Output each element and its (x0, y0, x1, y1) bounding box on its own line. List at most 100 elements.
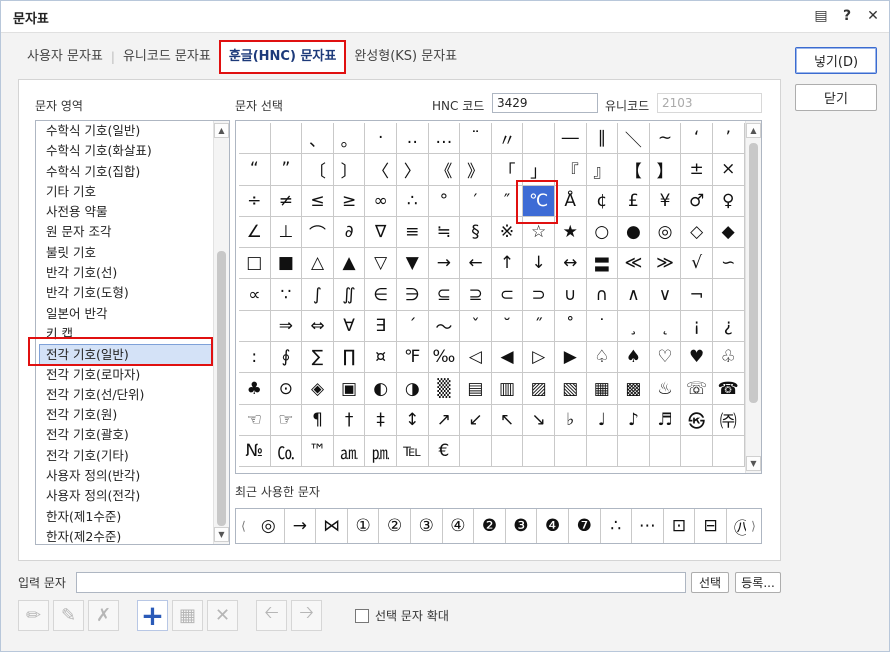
character-cell[interactable]: ▤ (460, 373, 492, 405)
chevron-right-icon[interactable]: ⟩ (746, 509, 761, 543)
character-cell[interactable]: 』 (586, 154, 619, 186)
area-list-item[interactable]: 사용자 정의(전각) (36, 486, 229, 506)
character-cell[interactable]: ↑ (491, 248, 524, 280)
character-cell[interactable]: ◎ (649, 216, 682, 249)
character-cell[interactable]: ♀ (712, 185, 745, 217)
character-cell[interactable]: ⊂ (491, 279, 524, 311)
character-cell[interactable]: ⊇ (460, 279, 492, 311)
character-cell[interactable]: ∈ (365, 279, 397, 311)
character-cell[interactable]: ⊥ (270, 216, 303, 249)
character-cell[interactable]: ∽ (712, 248, 745, 280)
character-cell[interactable]: ▷ (523, 342, 555, 374)
character-cell[interactable]: Å (554, 185, 587, 217)
character-cell[interactable]: 『 (554, 154, 587, 186)
character-cell[interactable]: ’ (712, 123, 745, 155)
chevron-left-icon[interactable]: ⟨ (236, 509, 251, 543)
close-icon[interactable]: ✕ (865, 7, 881, 25)
character-cell[interactable]: 】 (649, 154, 682, 186)
scroll-up-icon[interactable]: ▲ (214, 123, 229, 138)
character-cell[interactable]: ∝ (239, 279, 271, 311)
character-cell[interactable]: ♤ (586, 342, 619, 374)
character-cell[interactable]: ♧ (712, 342, 745, 374)
tab-ks-charmap[interactable]: 완성형(KS) 문자표 (346, 42, 465, 72)
character-cell[interactable]: ♥ (681, 342, 713, 374)
recent-character-cell[interactable]: ❷ (474, 509, 506, 543)
character-cell[interactable]: ☏ (681, 373, 713, 405)
character-cell[interactable]: ∂ (333, 216, 366, 249)
character-cell[interactable]: ∞ (365, 185, 397, 217)
character-cell[interactable]: ˘ (491, 310, 524, 343)
recent-character-cell[interactable]: ⊡ (664, 509, 696, 543)
character-cell[interactable]: ♡ (649, 342, 682, 374)
character-cell[interactable]: ∪ (554, 279, 587, 311)
character-cell[interactable]: ♪ (618, 404, 650, 436)
character-cell[interactable]: ↘ (523, 404, 555, 436)
character-cell[interactable]: ▲ (333, 248, 366, 280)
character-cell[interactable]: ↔ (554, 248, 587, 280)
character-cell[interactable]: 〕 (333, 154, 366, 186)
character-cell[interactable]: ◐ (365, 373, 397, 405)
character-cell[interactable]: ≡ (396, 216, 429, 249)
character-cell[interactable]: ˛ (649, 310, 682, 343)
close-button[interactable]: 닫기 (795, 84, 877, 111)
character-cell[interactable]: ＼ (618, 123, 650, 155)
character-cell[interactable]: ˚ (554, 310, 587, 343)
character-cell[interactable]: ∨ (649, 279, 682, 311)
character-cell[interactable]: ㏇ (270, 435, 303, 468)
area-list-item[interactable]: 한자(제1수준) (36, 507, 229, 527)
recent-character-cell[interactable]: ⋯ (632, 509, 664, 543)
character-cell[interactable]: ∠ (239, 216, 271, 249)
character-cell[interactable]: € (428, 435, 461, 468)
area-list-item[interactable]: 불릿 기호 (36, 243, 229, 263)
character-cell[interactable] (681, 435, 713, 468)
character-cell[interactable]: ′ (460, 185, 492, 217)
character-cell[interactable]: ¨ (460, 123, 492, 155)
character-cell[interactable]: 〉 (396, 154, 429, 186)
grid-scrollbar[interactable]: ▲ ▼ (745, 121, 761, 473)
character-cell[interactable]: ∧ (618, 279, 650, 311)
character-cell[interactable]: ∑ (302, 342, 334, 374)
character-cell[interactable]: 〓 (586, 248, 619, 280)
area-scrollbar[interactable]: ▲ ▼ (213, 121, 229, 544)
character-cell[interactable]: ˇ (460, 310, 492, 343)
character-cell[interactable]: ▒ (428, 373, 461, 405)
character-cell[interactable]: ▦ (586, 373, 619, 405)
character-cell[interactable]: △ (302, 248, 334, 280)
recent-character-cell[interactable]: ❼ (569, 509, 601, 543)
scroll-thumb[interactable] (217, 251, 226, 526)
recent-character-cell[interactable]: ① (348, 509, 380, 543)
character-cell[interactable] (523, 123, 555, 155)
character-cell[interactable]: ∇ (365, 216, 397, 249)
area-list-item[interactable]: 전각 기호(괄호) (36, 425, 229, 445)
character-cell[interactable]: ◁ (460, 342, 492, 374)
tab-hnc-charmap[interactable]: 훈글(HNC) 문자표 (218, 40, 347, 74)
character-cell[interactable]: ¤ (365, 342, 397, 374)
character-cell[interactable]: ˙ (586, 310, 619, 343)
character-cell[interactable]: ≥ (333, 185, 366, 217)
character-cell[interactable]: ↖ (491, 404, 524, 436)
character-cell[interactable]: ⇔ (302, 310, 334, 343)
recent-character-cell[interactable]: ❸ (506, 509, 538, 543)
character-cell[interactable]: · (365, 123, 397, 155)
character-cell[interactable]: ‘ (681, 123, 713, 155)
area-list-item[interactable]: 전각 기호(로마자) (36, 365, 229, 385)
character-cell[interactable]: ← (460, 248, 492, 280)
character-cell[interactable]: “ (239, 154, 271, 186)
recent-characters[interactable]: ⟨ ◎ → ⋈ ① ② ③ ④ ❷ ❸ ❹ ❼ ∴ ⋯ ⊡ ⊟ ㊇ ⟩ (235, 508, 762, 544)
character-cell[interactable]: ♭ (554, 404, 587, 436)
recent-character-cell[interactable]: ② (379, 509, 411, 543)
scroll-down-icon[interactable]: ▼ (214, 527, 229, 542)
character-cell[interactable]: ∴ (396, 185, 429, 217)
character-cell[interactable]: 〈 (365, 154, 397, 186)
character-cell[interactable]: £ (618, 185, 650, 217)
character-cell[interactable]: ⊃ (523, 279, 555, 311)
character-cell[interactable]: § (460, 216, 492, 249)
character-cell[interactable]: ∃ (365, 310, 397, 343)
character-cell[interactable]: ¬ (681, 279, 713, 311)
character-cell[interactable]: 【 (618, 154, 650, 186)
tab-user-charmap[interactable]: 사용자 문자표 (19, 42, 111, 72)
character-cell[interactable]: ÷ (239, 185, 271, 217)
character-cell[interactable]: ⇒ (270, 310, 303, 343)
enlarge-option[interactable]: 선택 문자 확대 (355, 607, 449, 624)
character-cell[interactable]: … (428, 123, 461, 155)
